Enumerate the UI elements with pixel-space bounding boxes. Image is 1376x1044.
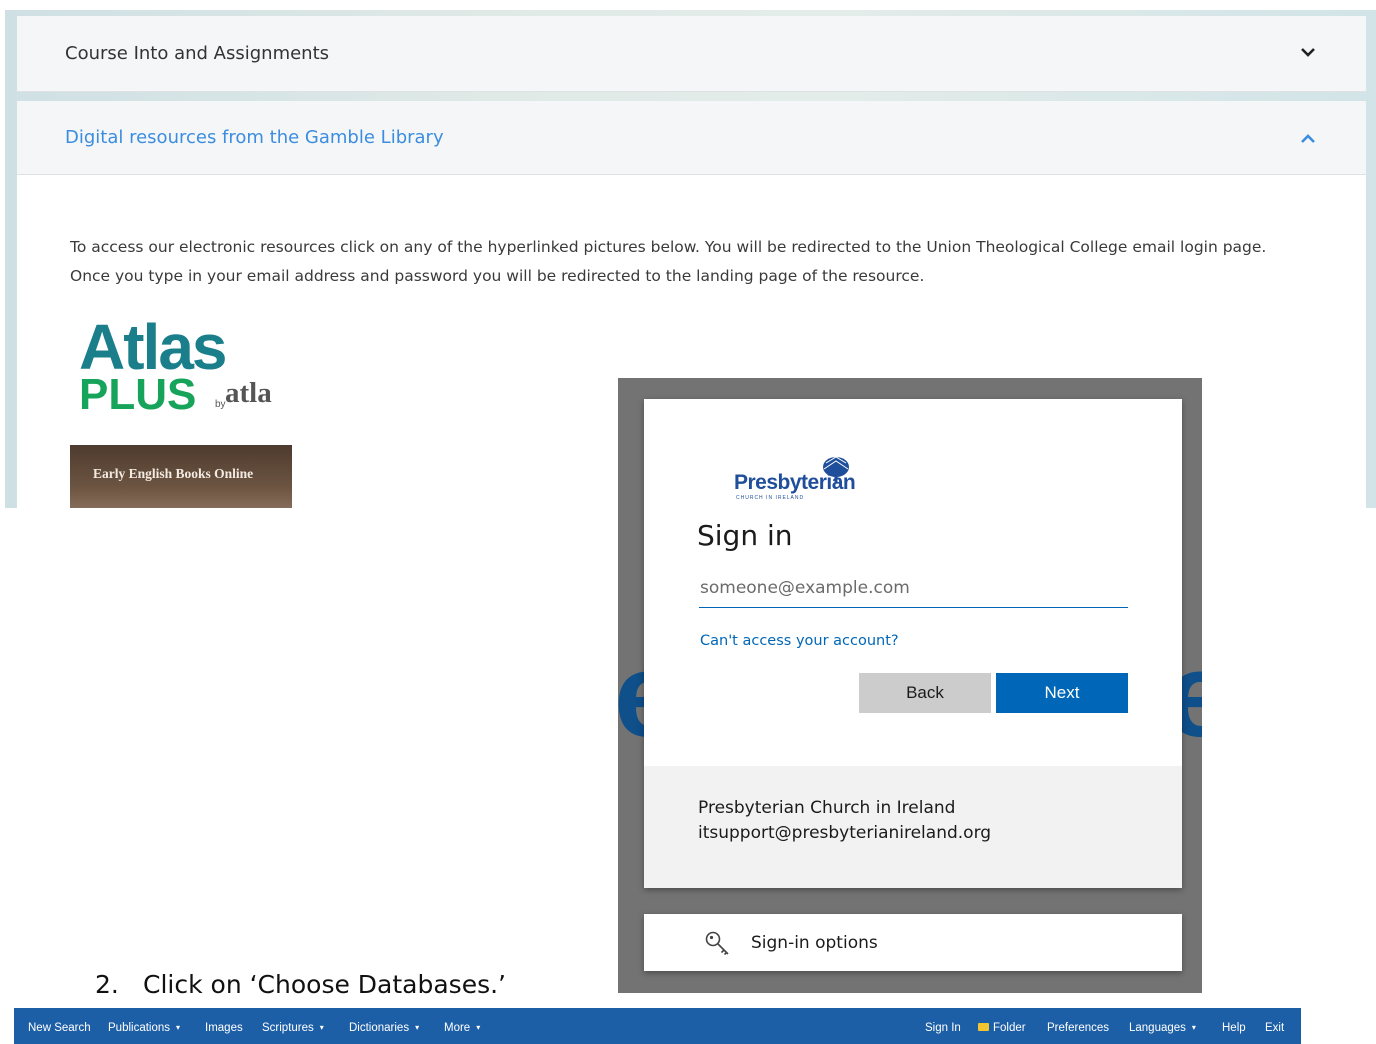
next-button[interactable]: Next	[996, 673, 1128, 713]
nav-scriptures[interactable]: Scriptures ▾	[262, 1022, 324, 1034]
eebo-image-link[interactable]: Early English Books Online	[70, 445, 292, 508]
nav-images[interactable]: Images	[205, 1022, 243, 1034]
logo-by-text: by	[215, 399, 226, 410]
nav-label: Exit	[1265, 1022, 1285, 1034]
nav-label: Images	[205, 1022, 243, 1034]
cant-access-link[interactable]: Can't access your account?	[700, 633, 899, 649]
signin-title: Sign in	[697, 519, 793, 552]
signin-options-label: Sign-in options	[751, 933, 878, 953]
nav-exit[interactable]: Exit	[1265, 1022, 1284, 1034]
nav-label: Languages	[1129, 1022, 1186, 1034]
caret-down-icon: ▾	[476, 1023, 481, 1032]
nav-languages[interactable]: Languages ▾	[1129, 1022, 1196, 1034]
presbyterian-logo: Presbyterian CHURCH IN IRELAND	[734, 451, 884, 501]
nav-publications[interactable]: Publications ▾	[108, 1022, 180, 1034]
nav-more[interactable]: More ▾	[444, 1022, 480, 1034]
accordion-title: Course Into and Assignments	[65, 43, 330, 64]
plus-logo-word: PLUS	[79, 370, 197, 419]
nav-label: Folder	[993, 1022, 1026, 1034]
nav-new-search[interactable]: New Search	[28, 1022, 91, 1034]
chevron-down-icon[interactable]	[1300, 44, 1316, 60]
nav-label: Preferences	[1047, 1022, 1110, 1034]
accordion-digital-resources[interactable]: Digital resources from the Gamble Librar…	[17, 101, 1366, 175]
nav-preferences[interactable]: Preferences	[1047, 1022, 1109, 1034]
org-info-footer: Presbyterian Church in Ireland itsupport…	[644, 766, 1182, 888]
back-button[interactable]: Back	[859, 673, 991, 713]
logo-text: Presbyterian	[734, 471, 856, 494]
caret-down-icon: ▾	[415, 1023, 420, 1032]
nav-label: Sign In	[925, 1022, 961, 1034]
accordion-course-info[interactable]: Course Into and Assignments	[17, 16, 1366, 92]
eebo-label: Early English Books Online	[93, 466, 254, 481]
signin-screenshot: e e Presbyterian CHURCH IN IRELAND Sign …	[618, 378, 1202, 993]
folder-icon	[978, 1023, 989, 1031]
instructions-line-1: To access our electronic resources click…	[70, 238, 1267, 256]
nav-dictionaries[interactable]: Dictionaries ▾	[349, 1022, 419, 1034]
key-icon	[705, 931, 729, 956]
signin-options-button[interactable]: Sign-in options	[644, 914, 1182, 971]
nav-sign-in[interactable]: Sign In	[925, 1022, 961, 1034]
signin-card: Presbyterian CHURCH IN IRELAND Sign in C…	[644, 399, 1182, 888]
logo-subtext: CHURCH IN IRELAND	[736, 495, 805, 501]
org-name: Presbyterian Church in Ireland	[698, 798, 956, 818]
caret-down-icon: ▾	[319, 1023, 324, 1032]
atlas-plus-logo-link[interactable]: Atlas PLUS by atla	[79, 315, 309, 425]
atla-logo-brand: atla	[225, 377, 272, 409]
database-navbar: New Search Publications ▾ Images Scriptur…	[14, 1008, 1301, 1044]
nav-label: Publications	[108, 1022, 171, 1034]
step-instruction: Click on ‘Choose Databases.’	[143, 970, 507, 999]
instructions-line-2: Once you type in your email address and …	[70, 267, 925, 285]
caret-down-icon: ▾	[1191, 1023, 1196, 1032]
nav-label: New Search	[28, 1022, 91, 1034]
nav-label: More	[444, 1022, 471, 1034]
accordion-title: Digital resources from the Gamble Librar…	[65, 127, 444, 148]
nav-label: Help	[1222, 1022, 1246, 1034]
chevron-up-icon[interactable]	[1300, 131, 1316, 147]
nav-label: Dictionaries	[349, 1022, 410, 1034]
nav-help[interactable]: Help	[1222, 1022, 1246, 1034]
caret-down-icon: ▾	[176, 1023, 181, 1032]
nav-folder[interactable]: Folder	[978, 1022, 1026, 1034]
email-input[interactable]	[699, 569, 1128, 608]
org-email: itsupport@presbyterianireland.org	[698, 823, 992, 843]
step-number: 2.	[95, 970, 119, 999]
nav-label: Scriptures	[262, 1022, 314, 1034]
